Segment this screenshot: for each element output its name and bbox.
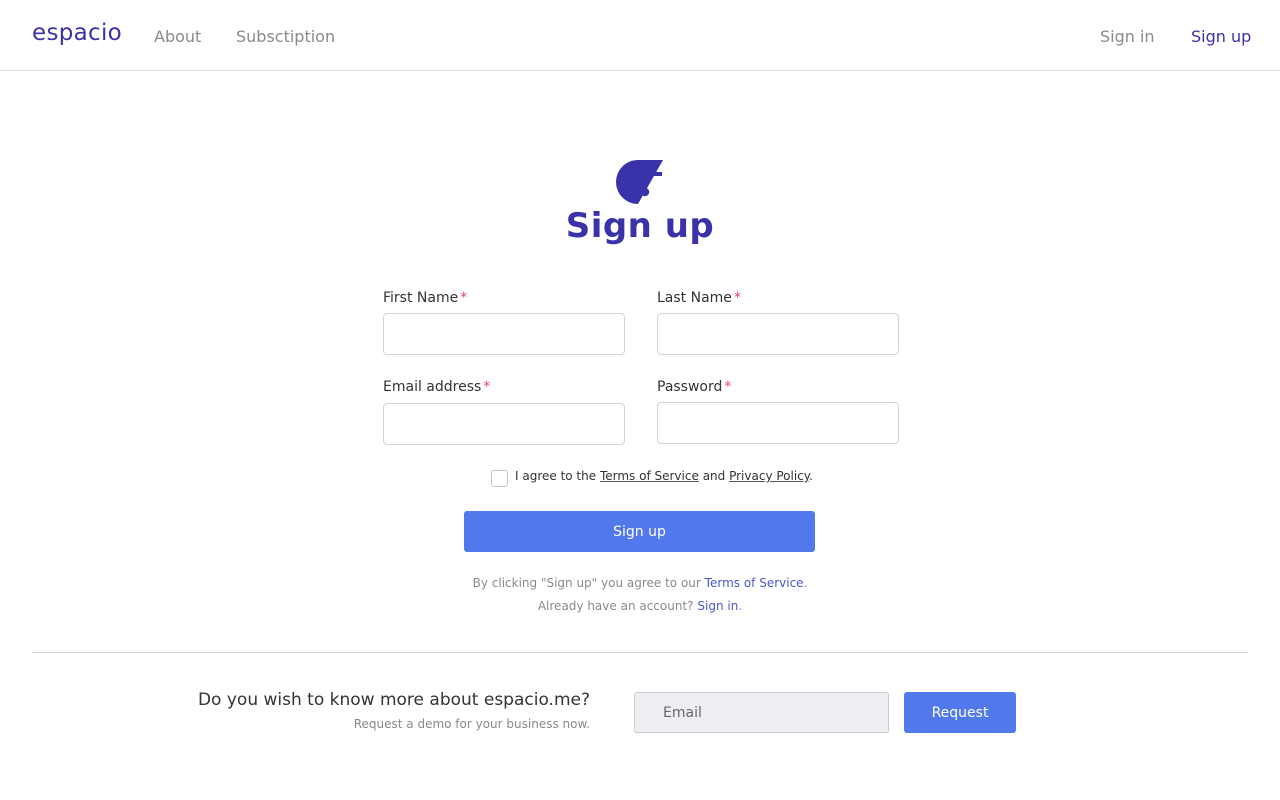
demo-email-input[interactable] — [634, 692, 889, 733]
required-asterisk: * — [724, 379, 732, 395]
nav-subscription-link[interactable]: Subsctiption — [236, 27, 335, 46]
agree-and: and — [702, 469, 726, 483]
signin-note-link[interactable]: Sign in — [697, 599, 738, 613]
email-input[interactable] — [383, 403, 625, 445]
last-name-label: Last Name * — [657, 290, 741, 306]
required-asterisk: * — [483, 379, 491, 395]
last-name-input[interactable] — [657, 313, 899, 355]
first-name-label: First Name * — [383, 290, 467, 306]
agree-suffix: . — [809, 469, 813, 483]
sign-up-button[interactable]: Sign up — [464, 511, 815, 552]
footer-divider — [32, 652, 1248, 653]
terms-note-link[interactable]: Terms of Service — [705, 576, 804, 590]
password-input[interactable] — [657, 402, 899, 444]
signin-note: Already have an account? Sign in. — [0, 599, 1280, 613]
nav-sign-up-link[interactable]: Sign up — [1191, 27, 1251, 46]
demo-cta-title: Do you wish to know more about espacio.m… — [197, 690, 590, 710]
password-label: Password * — [657, 379, 731, 395]
espacio-brand-icon — [616, 160, 663, 204]
email-label: Email address * — [383, 379, 490, 395]
first-name-input[interactable] — [383, 313, 625, 355]
first-name-label-text: First Name — [383, 290, 459, 306]
signin-note-text: Already have an account? — [537, 599, 694, 613]
top-nav-bar: espacio About Subsctiption Sign in Sign … — [0, 0, 1280, 71]
nav-sign-in-link[interactable]: Sign in — [1100, 27, 1155, 46]
privacy-policy-link[interactable]: Privacy Policy — [729, 469, 809, 483]
agree-checkbox[interactable] — [491, 470, 508, 487]
terms-note: By clicking "Sign up" you agree to our T… — [0, 576, 1280, 590]
required-asterisk: * — [733, 290, 741, 306]
request-demo-button[interactable]: Request — [904, 692, 1016, 733]
required-asterisk: * — [460, 290, 468, 306]
agree-text: I agree to the Terms of Service and Priv… — [515, 469, 813, 483]
nav-about-link[interactable]: About — [154, 27, 201, 46]
password-label-text: Password — [657, 379, 723, 395]
demo-cta-subtitle: Request a demo for your business now. — [353, 717, 590, 731]
espacio-logo[interactable]: espacio — [32, 20, 122, 46]
page-title: Sign up — [565, 206, 715, 246]
signin-note-suffix: . — [738, 599, 743, 613]
last-name-label-text: Last Name — [657, 290, 732, 306]
terms-note-suffix: . — [803, 576, 808, 590]
terms-of-service-link[interactable]: Terms of Service — [600, 469, 699, 483]
agree-prefix: I agree to the — [515, 469, 597, 483]
terms-note-text: By clicking "Sign up" you agree to our — [472, 576, 701, 590]
email-label-text: Email address — [383, 379, 482, 395]
